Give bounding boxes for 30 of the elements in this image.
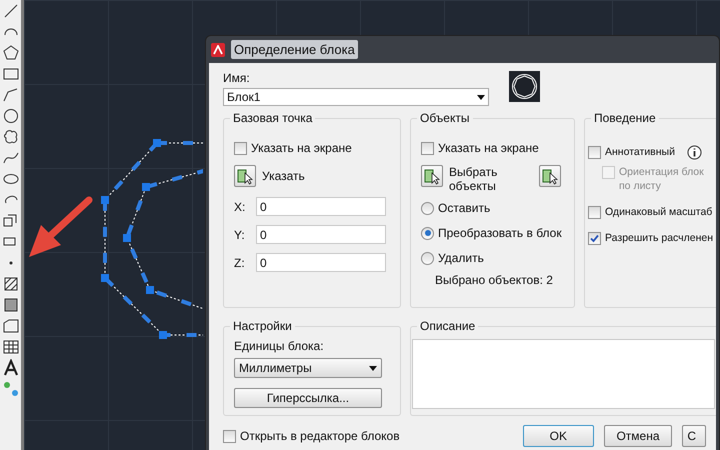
coordinate-label: Z:: [234, 254, 246, 272]
radio-label: Удалить: [438, 250, 484, 267]
hyperlink-button[interactable]: Гиперссылка...: [234, 388, 382, 408]
checkbox-label: Одинаковый масштаб: [605, 205, 712, 219]
selected-count: Выбрано объектов: 2: [434, 272, 554, 289]
coordinate-label: Y:: [234, 226, 246, 244]
coordinate-field[interactable]: 0: [256, 225, 386, 244]
dialog-button[interactable]: С: [682, 425, 706, 447]
group-title: Поведение: [591, 111, 659, 126]
group-title: Настройки: [230, 319, 295, 334]
checkbox-label: Ориентация блок по листу: [619, 165, 704, 193]
name-combobox[interactable]: Блок1: [223, 88, 489, 106]
coordinate-field[interactable]: 0: [256, 197, 386, 216]
dialog-button[interactable]: OK: [523, 425, 594, 447]
select-objects-label: Выбрать объекты: [449, 165, 498, 193]
window-title: Определение блока: [231, 40, 358, 60]
checkbox-label: Открыть в редакторе блоков: [240, 428, 400, 445]
radio-label: Оставить: [438, 200, 490, 217]
coordinate-field[interactable]: 0: [256, 253, 386, 272]
checkbox-label: Разрешить расчленен: [605, 231, 714, 245]
checkbox-label: Аннотативный: [605, 145, 675, 159]
units-label: Единицы блока:: [234, 338, 325, 355]
name-label: Имя:: [223, 71, 251, 86]
coordinate-label: X:: [234, 198, 246, 216]
checkbox-label: Указать на экране: [251, 140, 352, 157]
pick-point-label: Указать: [262, 168, 305, 185]
units-dropdown[interactable]: Миллиметры: [234, 358, 382, 378]
dialog-button[interactable]: Отмена: [604, 425, 672, 447]
radio-label: Преобразовать в блок: [438, 225, 562, 242]
checkbox-label: Указать на экране: [438, 140, 539, 157]
